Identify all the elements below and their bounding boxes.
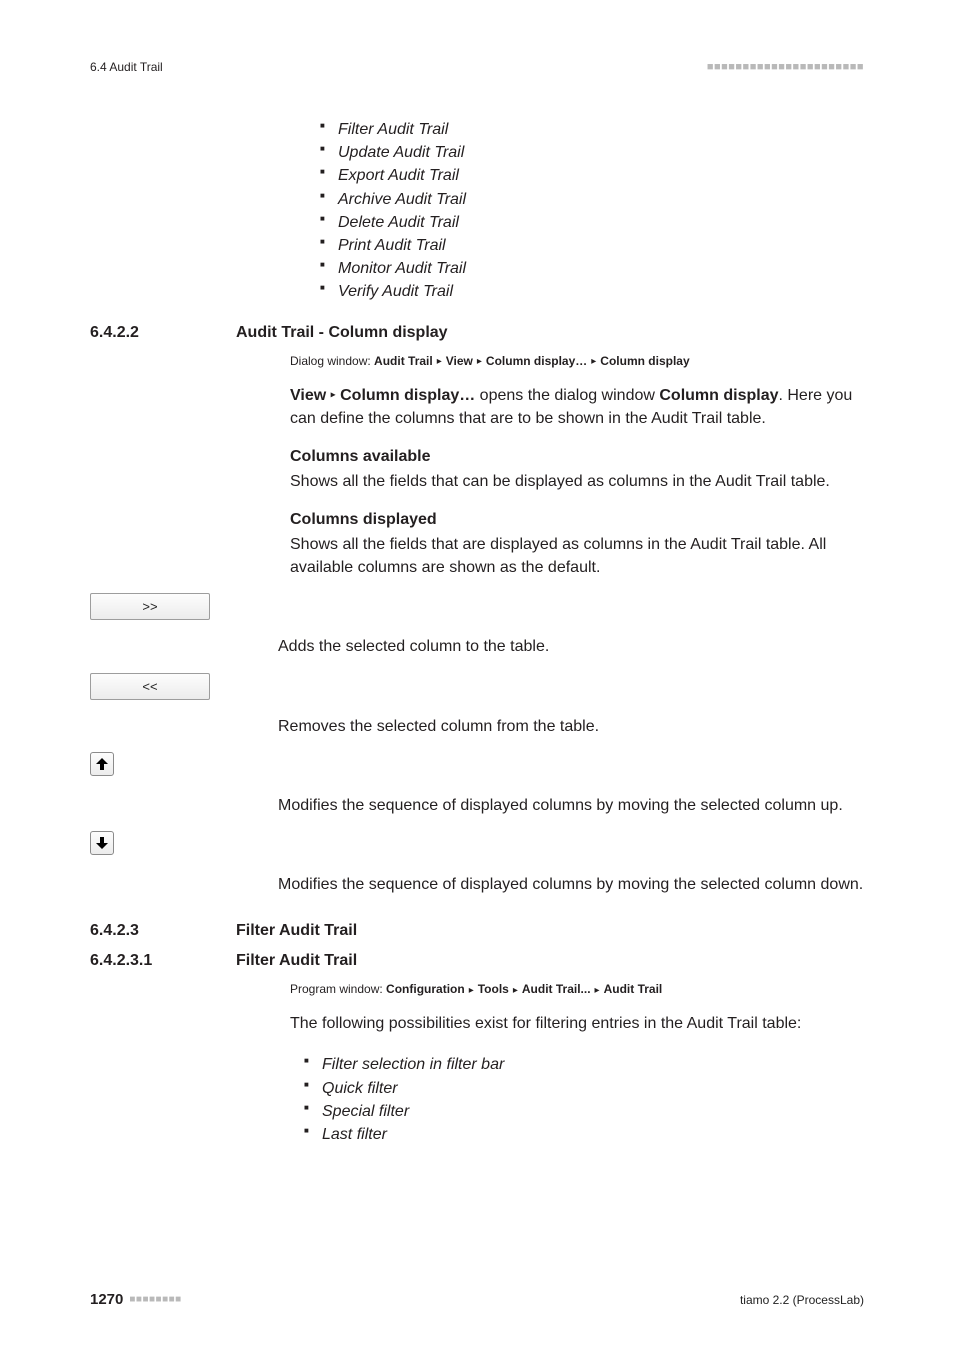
breadcrumb-part: Column display… [486,354,587,368]
breadcrumb-separator-icon: ▸ [595,985,600,996]
list-item: Print Audit Trail [320,234,864,257]
paragraph: Shows all the fields that are displayed … [290,533,864,579]
breadcrumb: Dialog window: Audit Trail ▸ View ▸ Column d… [290,354,864,368]
breadcrumb-prefix: Dialog window: [290,354,374,368]
breadcrumb-separator-icon: ▸ [477,356,482,367]
audit-trail-action-list: Filter Audit Trail Update Audit Trail Ex… [320,118,864,304]
add-column-button[interactable]: >> [90,593,210,620]
section-number-64231: 6.4.2.3.1 [90,952,198,970]
breadcrumb: Program window: Configuration ▸ Tools ▸ Audi… [290,982,864,996]
command-text: Column display [659,387,778,404]
breadcrumb-part: Column display [600,354,689,368]
paragraph: Shows all the fields that can be display… [290,470,864,493]
add-column-description: Adds the selected column to the table. [278,593,864,658]
subheading-columns-displayed: Columns displayed [290,511,864,529]
breadcrumb-part: View [446,354,473,368]
list-item: Update Audit Trail [320,141,864,164]
command-text: View [290,387,326,404]
move-up-button[interactable] [90,752,114,776]
remove-column-description: Removes the selected column from the tab… [278,673,864,738]
list-item: Export Audit Trail [320,164,864,187]
paragraph-text: opens the dialog window [475,387,659,404]
header-decoration: ■■■■■■■■■■■■■■■■■■■■■■ [707,61,864,73]
section-title-6422: Audit Trail - Column display [236,324,448,342]
product-label: tiamo 2.2 (ProcessLab) [740,1293,864,1307]
subheading-columns-available: Columns available [290,448,864,466]
list-item: Filter selection in filter bar [304,1053,864,1076]
breadcrumb-separator-icon: ▸ [469,985,474,996]
breadcrumb-part: Audit Trail... [522,982,591,996]
command-separator-icon: ▸ [331,389,336,400]
paragraph: View ▸ Column display… opens the dialog … [290,384,864,430]
section-number-6422: 6.4.2.2 [90,324,198,342]
breadcrumb-part: Audit Trail [374,354,433,368]
list-item: Delete Audit Trail [320,211,864,234]
list-item: Last filter [304,1123,864,1146]
paragraph: The following possibilities exist for fi… [290,1012,864,1035]
arrow-up-icon [95,757,109,771]
move-down-button[interactable] [90,831,114,855]
list-item: Archive Audit Trail [320,188,864,211]
arrow-down-icon [95,836,109,850]
list-item: Special filter [304,1100,864,1123]
move-up-description: Modifies the sequence of displayed colum… [278,752,864,817]
command-text: Column display… [340,387,475,404]
breadcrumb-separator-icon: ▸ [591,356,596,367]
breadcrumb-separator-icon: ▸ [513,985,518,996]
breadcrumb-prefix: Program window: [290,982,386,996]
footer-decoration: ■■■■■■■■ [129,1294,181,1305]
section-title-64231: Filter Audit Trail [236,952,357,970]
section-number-6423: 6.4.2.3 [90,922,198,940]
list-item: Monitor Audit Trail [320,257,864,280]
move-down-description: Modifies the sequence of displayed colum… [278,831,864,896]
breadcrumb-part: Tools [478,982,509,996]
page-number: 1270 [90,1291,123,1308]
remove-column-button[interactable]: << [90,673,210,700]
breadcrumb-part: Configuration [386,982,465,996]
running-header-section: 6.4 Audit Trail [90,60,163,74]
breadcrumb-part: Audit Trail [604,982,663,996]
list-item: Verify Audit Trail [320,280,864,303]
section-title-6423: Filter Audit Trail [236,922,357,940]
list-item: Filter Audit Trail [320,118,864,141]
list-item: Quick filter [304,1077,864,1100]
breadcrumb-separator-icon: ▸ [437,356,442,367]
